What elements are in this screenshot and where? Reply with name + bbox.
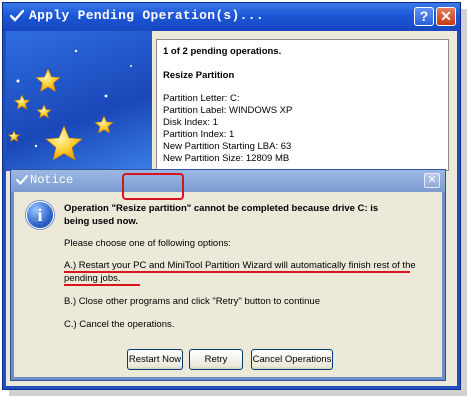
detail-partition-index: Partition Index: 1 [163, 129, 235, 140]
operation-details-panel: 1 of 2 pending operations. Resize Partit… [156, 39, 449, 171]
detail-partition-label: Partition Label: WINDOWS XP [163, 105, 293, 116]
notice-body: i Operation "Resize partition" cannot be… [14, 192, 442, 377]
checkmark-icon [10, 9, 24, 22]
detail-partition-size: New Partition Size: 12809 MB [163, 153, 290, 164]
window-title: Apply Pending Operation(s)... [29, 8, 264, 23]
retry-button[interactable]: Retry [189, 349, 243, 370]
stars-decoration [7, 49, 132, 161]
notice-close-button[interactable]: ✕ [424, 173, 440, 188]
notice-title-bar[interactable]: Notice ✕ [11, 170, 445, 192]
notice-message-line2: being used now. [64, 216, 139, 227]
notice-title: Notice [30, 173, 74, 187]
window-close-button[interactable]: ✕ [436, 7, 456, 26]
option-b: B.) Close other programs and click "Retr… [64, 296, 320, 307]
detail-disk-index: Disk Index: 1 [163, 117, 218, 128]
restart-now-button[interactable]: Restart Now [127, 349, 183, 370]
option-a-highlight-underline-2 [64, 284, 140, 286]
pending-count-text: 1 of 2 pending operations. [163, 46, 282, 57]
option-a-line2: pending jobs. [64, 273, 121, 284]
cancel-operations-button[interactable]: Cancel Operations [251, 349, 333, 370]
notice-message-line1: Operation "Resize partition" cannot be c… [64, 203, 379, 214]
help-button[interactable]: ? [414, 7, 434, 26]
operation-name: Resize Partition [163, 70, 235, 81]
restart-button-highlight-ring [122, 173, 184, 200]
stars-banner-image [6, 31, 152, 171]
option-a-line1: A.) Restart your PC and MiniTool Partiti… [64, 260, 416, 271]
detail-starting-lba: New Partition Starting LBA: 63 [163, 141, 292, 152]
window-title-bar[interactable]: Apply Pending Operation(s)... ? ✕ [3, 3, 460, 31]
detail-partition-letter: Partition Letter: C: [163, 93, 240, 104]
checkmark-icon [16, 175, 28, 185]
option-c: C.) Cancel the operations. [64, 319, 175, 330]
notice-prompt: Please choose one of following options: [64, 238, 231, 249]
info-icon: i [26, 201, 54, 229]
notice-dialog: Notice ✕ i Operation "Resize partition" … [10, 169, 446, 381]
